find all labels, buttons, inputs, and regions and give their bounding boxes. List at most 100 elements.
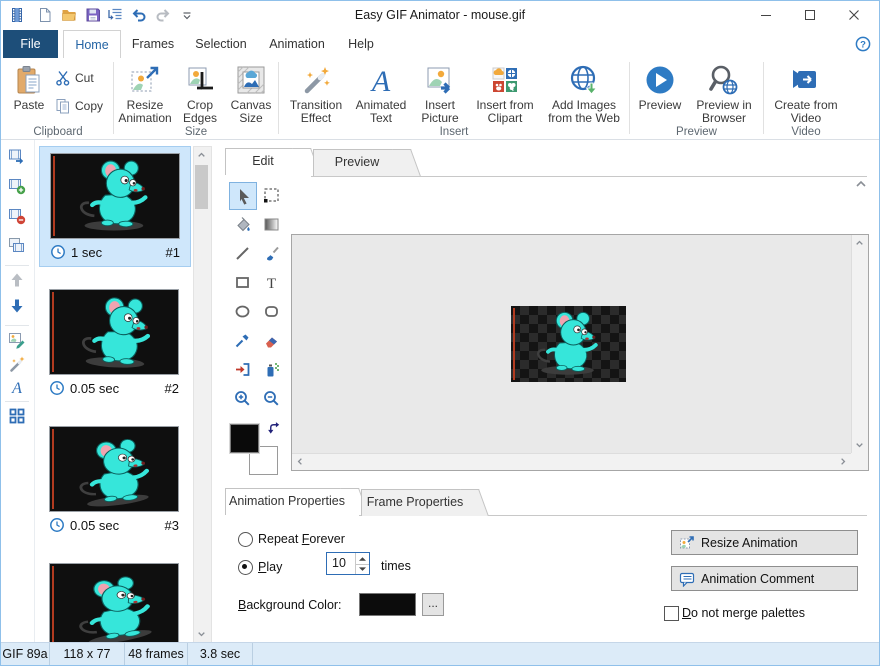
- tool-line[interactable]: [229, 240, 255, 266]
- scroll-down-icon[interactable]: [852, 438, 867, 453]
- preview-in-browser-button[interactable]: Preview in Browser: [689, 60, 759, 126]
- collapse-ribbon-icon[interactable]: [853, 176, 869, 192]
- tab-frames[interactable]: Frames: [125, 30, 181, 58]
- browse-color-button[interactable]: ...: [422, 593, 444, 616]
- close-button[interactable]: [837, 1, 871, 29]
- tool-eyedropper[interactable]: [229, 327, 255, 353]
- help-icon[interactable]: ?: [855, 36, 871, 52]
- scroll-up-icon[interactable]: [194, 147, 209, 162]
- tool-zoom-out[interactable]: [258, 385, 284, 411]
- transition-effect-button[interactable]: Transition Effect: [284, 60, 348, 126]
- spinner-down-icon[interactable]: [356, 564, 369, 576]
- tool-eraser[interactable]: [258, 327, 284, 353]
- play-radio[interactable]: [238, 560, 253, 575]
- move-frame-down-icon[interactable]: [8, 297, 26, 315]
- tool-replace-color[interactable]: [229, 356, 255, 382]
- mouse-canvas-art: [511, 306, 626, 382]
- spinner-up-icon[interactable]: [356, 553, 369, 564]
- resize-small-icon: [679, 535, 695, 551]
- cut-button[interactable]: Cut: [55, 68, 94, 88]
- canvas-area[interactable]: [292, 235, 851, 453]
- extract-frame-icon[interactable]: [8, 147, 26, 165]
- maximize-button[interactable]: [793, 1, 827, 29]
- merge-palettes-checkbox[interactable]: [664, 606, 679, 621]
- insert-from-clipart-button[interactable]: Insert from Clipart: [468, 60, 542, 126]
- frame-item-3[interactable]: 0.05 sec#3: [39, 420, 189, 539]
- tool-zoom-in[interactable]: [229, 385, 255, 411]
- tab-selection[interactable]: Selection: [187, 30, 255, 58]
- scrollbar-thumb[interactable]: [195, 165, 208, 209]
- scroll-down-icon[interactable]: [194, 627, 209, 642]
- canvas-size-button[interactable]: Canvas Size: [227, 60, 275, 126]
- manage-frames-grid-icon[interactable]: [8, 407, 26, 425]
- repeat-forever-radio[interactable]: [238, 532, 253, 547]
- add-images-web-button[interactable]: Add Images from the Web: [544, 60, 624, 126]
- resize-animation-button[interactable]: Resize Animation: [117, 60, 173, 126]
- tab-home[interactable]: Home: [63, 30, 121, 59]
- frame-item-2[interactable]: 0.05 sec#2: [39, 283, 189, 402]
- frame-duration: 0.05 sec: [70, 381, 119, 396]
- frame-list-scrollbar[interactable]: [193, 146, 212, 643]
- create-from-video-button[interactable]: Create from Video: [767, 60, 845, 126]
- effects-wand-icon[interactable]: [8, 355, 26, 373]
- magnifier-globe-icon: [708, 64, 740, 96]
- tool-rounded-rect[interactable]: [258, 298, 284, 324]
- canvas-vscrollbar[interactable]: [851, 235, 868, 453]
- insert-picture-button[interactable]: Insert Picture: [414, 60, 466, 126]
- add-frame-icon[interactable]: [8, 177, 26, 195]
- minimize-button[interactable]: [749, 1, 783, 29]
- play-times-value[interactable]: 10: [332, 553, 346, 574]
- tab-file[interactable]: File: [3, 30, 58, 58]
- preview-button[interactable]: Preview: [633, 60, 687, 126]
- foreground-color-swatch[interactable]: [230, 424, 259, 453]
- play-times-spinner[interactable]: 10: [326, 552, 370, 575]
- frame-item-4[interactable]: 0.05 sec#4: [39, 557, 189, 643]
- edit-frame-icon[interactable]: [8, 331, 26, 349]
- ribbon-tab-row: File Home Frames Selection Animation Hel…: [1, 29, 879, 58]
- scroll-left-icon[interactable]: [292, 454, 307, 469]
- tab-edit[interactable]: Edit: [225, 148, 311, 175]
- tool-select[interactable]: [258, 182, 284, 208]
- play-label[interactable]: Play: [258, 560, 282, 574]
- frame-duration: 0.05 sec: [70, 518, 119, 533]
- swap-colors-icon[interactable]: [267, 421, 282, 436]
- move-frame-up-icon[interactable]: [8, 271, 26, 289]
- delete-frame-icon[interactable]: [8, 207, 26, 225]
- resize-animation-panel-button[interactable]: Resize Animation: [671, 530, 858, 555]
- background-color-value-swatch[interactable]: [359, 593, 416, 616]
- scroll-up-icon[interactable]: [852, 235, 867, 250]
- repeat-forever-label[interactable]: Repeat Forever: [258, 532, 345, 546]
- tab-frame-properties[interactable]: Frame Properties: [361, 489, 479, 516]
- clock-icon: [49, 380, 65, 396]
- scroll-right-icon[interactable]: [836, 454, 851, 469]
- tool-rectangle[interactable]: [229, 269, 255, 295]
- animation-comment-button[interactable]: Animation Comment: [671, 566, 858, 591]
- duplicate-frame-icon[interactable]: [8, 237, 26, 255]
- status-duration: 3.8 sec: [188, 643, 252, 665]
- tool-text[interactable]: T: [258, 269, 284, 295]
- scrollbar-corner: [851, 453, 868, 470]
- tool-brush[interactable]: [258, 240, 284, 266]
- eraser-icon: [263, 332, 280, 349]
- gif-canvas-image[interactable]: [511, 306, 626, 382]
- frame-item-1[interactable]: 1 sec#1: [39, 146, 191, 267]
- tool-spray[interactable]: [258, 356, 284, 382]
- canvas-hscrollbar[interactable]: [292, 453, 851, 470]
- gradient-icon: [263, 216, 280, 233]
- crop-edges-button[interactable]: Crop Edges: [177, 60, 223, 126]
- ribbon-group-size: Resize Animation Crop Edges Canvas Size …: [115, 58, 277, 139]
- add-text-icon[interactable]: A: [8, 378, 26, 396]
- copy-button[interactable]: Copy: [55, 96, 103, 116]
- tool-ellipse[interactable]: [229, 298, 255, 324]
- ribbon-group-insert: Transition Effect A Animated Text Insert…: [280, 58, 628, 139]
- animated-text-button[interactable]: A Animated Text: [350, 60, 412, 126]
- paste-button[interactable]: Paste: [7, 60, 51, 126]
- tab-preview[interactable]: Preview: [313, 149, 411, 176]
- tab-help[interactable]: Help: [339, 30, 383, 58]
- tab-animation[interactable]: Animation: [261, 30, 333, 58]
- merge-palettes-label[interactable]: Do not merge palettes: [682, 606, 805, 620]
- tool-pointer[interactable]: [229, 182, 257, 210]
- tab-animation-properties[interactable]: Animation Properties: [225, 488, 359, 515]
- tool-fill[interactable]: [229, 211, 255, 237]
- tool-gradient[interactable]: [258, 211, 284, 237]
